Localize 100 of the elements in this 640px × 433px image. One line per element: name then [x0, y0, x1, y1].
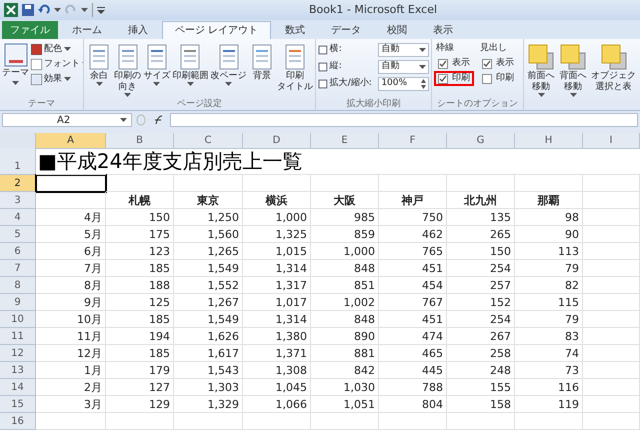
- ribbon-button[interactable]: 改ページ: [210, 39, 248, 87]
- ribbon-button[interactable]: テーマ: [2, 43, 29, 86]
- checkbox-option[interactable]: 印刷: [480, 73, 516, 84]
- row-header[interactable]: 11: [0, 328, 36, 345]
- table-cell[interactable]: [36, 192, 106, 209]
- table-cell[interactable]: 265: [447, 226, 515, 243]
- table-cell[interactable]: 1,549: [174, 260, 243, 277]
- table-cell[interactable]: 123: [106, 243, 174, 260]
- table-cell[interactable]: 474: [379, 328, 447, 345]
- table-cell[interactable]: 155: [447, 379, 515, 396]
- ribbon-button[interactable]: 印刷の 向き: [113, 39, 142, 98]
- ribbon-tab[interactable]: 数式: [273, 21, 318, 39]
- table-cell[interactable]: 1,617: [174, 345, 243, 362]
- selected-cell[interactable]: [36, 175, 106, 192]
- table-cell[interactable]: 79: [515, 311, 583, 328]
- table-cell[interactable]: 5月: [36, 226, 106, 243]
- table-cell[interactable]: 1,543: [174, 362, 243, 379]
- column-header[interactable]: H: [515, 133, 583, 149]
- table-cell[interactable]: 859: [311, 226, 379, 243]
- table-cell[interactable]: 1,267: [174, 294, 243, 311]
- table-cell[interactable]: 445: [379, 362, 447, 379]
- table-cell[interactable]: 1,303: [174, 379, 243, 396]
- table-cell[interactable]: 1月: [36, 362, 106, 379]
- ribbon-tab[interactable]: 挿入: [116, 21, 160, 39]
- table-cell[interactable]: 848: [311, 311, 379, 328]
- table-cell[interactable]: 127: [106, 379, 174, 396]
- formula-input[interactable]: [170, 113, 638, 127]
- table-cell[interactable]: 113: [515, 243, 583, 260]
- table-cell[interactable]: 985: [311, 209, 379, 226]
- column-header[interactable]: I: [583, 133, 640, 149]
- row-header[interactable]: 6: [0, 243, 36, 260]
- row-header[interactable]: 10: [0, 311, 36, 328]
- table-cell[interactable]: [583, 209, 640, 226]
- table-cell[interactable]: 82: [515, 277, 583, 294]
- table-cell[interactable]: 788: [379, 379, 447, 396]
- table-cell[interactable]: [583, 413, 640, 430]
- table-cell[interactable]: [583, 175, 640, 192]
- column-header[interactable]: E: [311, 133, 379, 149]
- ribbon-button[interactable]: 印刷範囲: [171, 39, 210, 87]
- select-all-corner[interactable]: [0, 133, 36, 149]
- table-cell[interactable]: 851: [311, 277, 379, 294]
- checkbox-option[interactable]: 印刷: [436, 73, 472, 84]
- column-header[interactable]: D: [243, 133, 311, 149]
- table-cell[interactable]: 465: [379, 345, 447, 362]
- table-cell[interactable]: [311, 175, 379, 192]
- table-cell[interactable]: [174, 175, 243, 192]
- table-cell[interactable]: 83: [515, 328, 583, 345]
- table-cell[interactable]: [583, 345, 640, 362]
- column-header[interactable]: A: [36, 133, 106, 149]
- row-header[interactable]: 2: [0, 175, 36, 192]
- table-cell[interactable]: 890: [311, 328, 379, 345]
- ribbon-button[interactable]: 余白: [85, 39, 113, 87]
- table-cell[interactable]: 4月: [36, 209, 106, 226]
- table-cell[interactable]: 北九州: [447, 192, 515, 209]
- table-cell[interactable]: 185: [106, 311, 174, 328]
- table-cell[interactable]: [583, 243, 640, 260]
- row-header[interactable]: 5: [0, 226, 36, 243]
- table-cell[interactable]: 札幌: [106, 192, 174, 209]
- table-cell[interactable]: 98: [515, 209, 583, 226]
- table-cell[interactable]: 150: [447, 243, 515, 260]
- table-cell[interactable]: 1,626: [174, 328, 243, 345]
- row-header[interactable]: 1: [0, 148, 36, 175]
- spin-field[interactable]: 100%: [378, 77, 429, 91]
- checkbox-option[interactable]: 表示: [480, 58, 516, 69]
- table-cell[interactable]: 1,549: [174, 311, 243, 328]
- table-cell[interactable]: 90: [515, 226, 583, 243]
- table-cell[interactable]: 115: [515, 294, 583, 311]
- ribbon-button[interactable]: 背面へ 移動: [558, 39, 588, 98]
- table-cell[interactable]: [243, 175, 311, 192]
- name-box[interactable]: A2: [2, 113, 132, 127]
- table-cell[interactable]: 1,000: [311, 243, 379, 260]
- table-cell[interactable]: 1,017: [243, 294, 311, 311]
- column-header[interactable]: C: [174, 133, 243, 149]
- table-cell[interactable]: [379, 175, 447, 192]
- table-cell[interactable]: 254: [447, 260, 515, 277]
- row-header[interactable]: 12: [0, 345, 36, 362]
- table-cell[interactable]: [106, 175, 174, 192]
- table-cell[interactable]: 1,265: [174, 243, 243, 260]
- table-cell[interactable]: 765: [379, 243, 447, 260]
- row-header[interactable]: 14: [0, 379, 36, 396]
- table-cell[interactable]: 1,380: [243, 328, 311, 345]
- table-cell[interactable]: 11月: [36, 328, 106, 345]
- table-cell[interactable]: [583, 192, 640, 209]
- column-header[interactable]: G: [447, 133, 515, 149]
- table-cell[interactable]: 1,000: [243, 209, 311, 226]
- table-cell[interactable]: 1,552: [174, 277, 243, 294]
- table-cell[interactable]: [106, 413, 174, 430]
- table-cell[interactable]: 135: [447, 209, 515, 226]
- table-cell[interactable]: [515, 175, 583, 192]
- table-cell[interactable]: 267: [447, 328, 515, 345]
- table-cell[interactable]: 横浜: [243, 192, 311, 209]
- table-cell[interactable]: 179: [106, 362, 174, 379]
- table-cell[interactable]: 1,030: [311, 379, 379, 396]
- table-cell[interactable]: 257: [447, 277, 515, 294]
- table-cell[interactable]: [515, 413, 583, 430]
- table-cell[interactable]: 神戸: [379, 192, 447, 209]
- table-cell[interactable]: 119: [515, 396, 583, 413]
- table-cell[interactable]: [583, 328, 640, 345]
- table-cell[interactable]: 79: [515, 260, 583, 277]
- table-cell[interactable]: 1,015: [243, 243, 311, 260]
